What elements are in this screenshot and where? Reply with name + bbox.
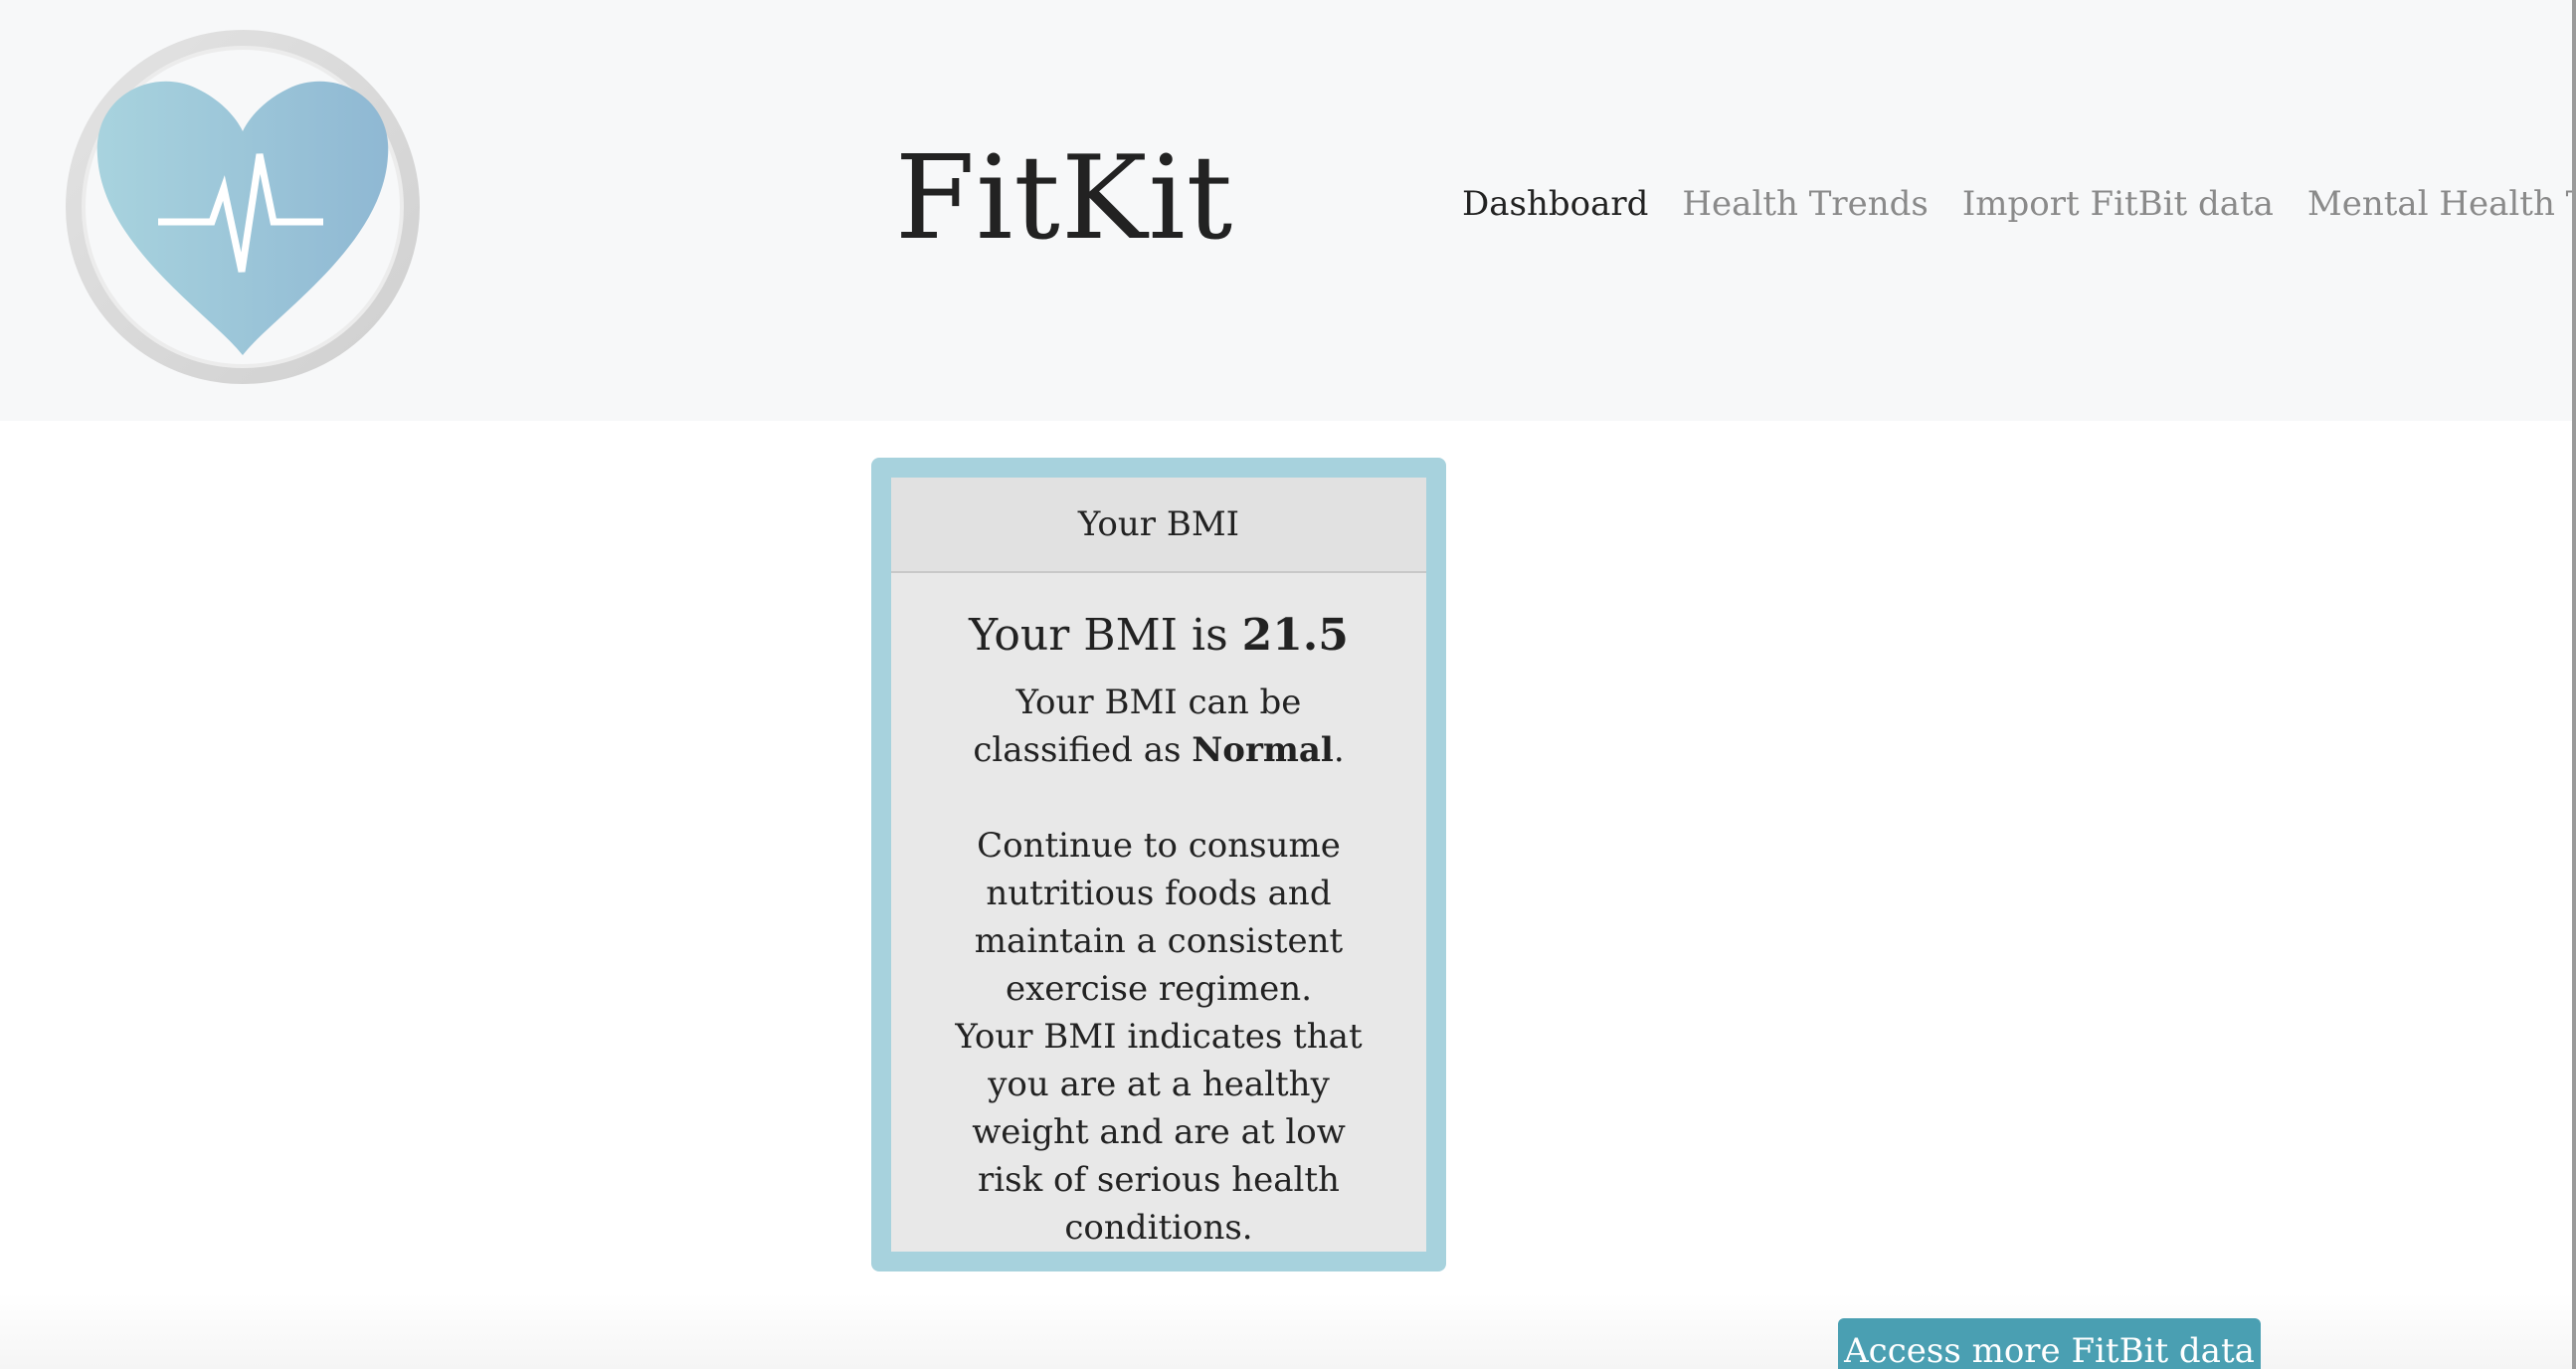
main-nav: Dashboard Health Trends Import FitBit da…: [1462, 179, 2576, 229]
bmi-classification: Your BMI can be classified as Normal.: [935, 679, 1382, 774]
classification-suffix: .: [1333, 730, 1345, 770]
nav-import-fitbit-data[interactable]: Import FitBit data: [1962, 179, 2274, 229]
page: FitKit Dashboard Health Trends Import Fi…: [0, 0, 2576, 1369]
bmi-prefix: Your BMI is: [969, 610, 1242, 661]
bmi-card-body: Your BMI is 21.5 Your BMI can be classif…: [891, 573, 1426, 1252]
heart-pulse-icon[interactable]: [63, 27, 423, 387]
bmi-card-content: Your BMI Your BMI is 21.5 Your BMI can b…: [891, 478, 1426, 1252]
bmi-value-line: Your BMI is 21.5: [935, 603, 1382, 669]
access-more-fitbit-data-button[interactable]: Access more FitBit data: [1838, 1318, 2261, 1369]
app-title: FitKit: [894, 131, 1234, 266]
site-header: FitKit Dashboard Health Trends Import Fi…: [0, 0, 2576, 421]
nav-health-trends[interactable]: Health Trends: [1682, 179, 1928, 229]
bmi-interpretation: Your BMI indicates that you are at a hea…: [955, 1017, 1363, 1248]
bmi-card: Your BMI Your BMI is 21.5 Your BMI can b…: [871, 458, 1446, 1271]
bmi-advice: Continue to consume nutritious foods and…: [974, 826, 1344, 1009]
nav-dashboard[interactable]: Dashboard: [1462, 179, 1648, 229]
classification-value: Normal: [1192, 730, 1334, 770]
bmi-value: 21.5: [1241, 610, 1349, 661]
nav-mental-health-tests[interactable]: Mental Health Tests: [2307, 179, 2576, 229]
bmi-card-title: Your BMI: [891, 478, 1426, 573]
window-edge: [2572, 0, 2576, 1369]
